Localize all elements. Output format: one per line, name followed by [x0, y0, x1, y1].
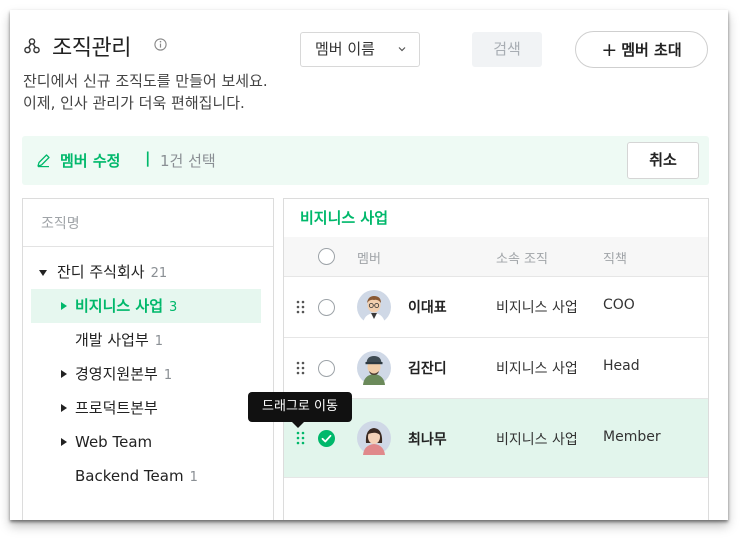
column-department: 소속 조직 — [496, 252, 548, 267]
edit-separator: | — [145, 149, 151, 167]
drag-handle-icon[interactable] — [296, 300, 305, 314]
table-row[interactable]: 이대표 비지니스 사업 COO — [284, 277, 708, 338]
tree-item-web-team[interactable]: Web Team — [37, 425, 257, 459]
table-row[interactable]: 김잔디 비지니스 사업 Head — [284, 338, 708, 399]
drag-handle-icon[interactable] — [296, 431, 305, 445]
select-all-radio[interactable] — [318, 248, 335, 265]
row-select-radio[interactable] — [318, 360, 335, 377]
invite-member-label: 멤버 초대 — [621, 41, 682, 59]
tree-item-count: 1 — [154, 334, 164, 349]
org-tree-panel: 조직명 잔디 주식회사 21 비지니스 사업 3 개발 사업부 1 경영지원본부 1 — [22, 198, 274, 520]
tree-item-label: Backend Team — [75, 467, 184, 485]
caret-right-icon[interactable] — [61, 438, 67, 446]
search-type-value: 멤버 이름 — [315, 40, 375, 58]
info-icon[interactable] — [154, 38, 167, 51]
member-title: COO — [603, 297, 635, 313]
cancel-button[interactable]: 취소 — [627, 142, 699, 179]
invite-member-button[interactable]: + 멤버 초대 — [575, 31, 708, 68]
tree-item-business[interactable]: 비지니스 사업 3 — [31, 289, 261, 323]
male-avatar-cap-icon — [357, 351, 391, 385]
tree-header: 조직명 — [23, 199, 273, 247]
column-member: 멤버 — [357, 252, 381, 267]
tree-item-company[interactable]: 잔디 주식회사 21 — [37, 255, 257, 289]
male-avatar-glasses-icon — [357, 290, 391, 324]
tree-item-label: 경영지원본부 — [75, 365, 158, 383]
column-title: 직책 — [603, 252, 627, 267]
row-select-radio[interactable] — [318, 299, 335, 316]
edit-mode-label: 멤버 수정 — [60, 152, 121, 170]
member-title: Member — [603, 429, 661, 445]
tree-item-management[interactable]: 경영지원본부 1 — [37, 357, 257, 391]
selection-count: 1건 선택 — [160, 152, 216, 170]
member-name: 김잔디 — [408, 361, 447, 377]
tree-item-label: 비지니스 사업 — [75, 297, 164, 315]
female-avatar-icon — [357, 421, 391, 455]
search-button[interactable]: 검색 — [472, 32, 542, 67]
tree-item-count: 1 — [189, 470, 198, 485]
tree-item-count: 21 — [150, 266, 168, 281]
tree-item-product[interactable]: 프로덕트본부 — [37, 391, 257, 425]
member-edit-bar: 멤버 수정 | 1건 선택 취소 — [22, 136, 709, 185]
page-description: 잔디에서 신규 조직도를 만들어 보세요. 이제, 인사 관리가 더욱 편해집니… — [23, 70, 268, 114]
department-title: 비지니스 사업 — [300, 209, 389, 227]
members-panel: 비지니스 사업 멤버 소속 조직 직책 이대표 비지니스 사업 COO 김잔디 … — [283, 198, 709, 520]
caret-right-icon[interactable] — [61, 302, 67, 310]
caret-right-icon[interactable] — [61, 370, 67, 378]
tree-item-backend-team[interactable]: Backend Team 1 — [37, 459, 257, 493]
member-name: 최나무 — [408, 432, 447, 448]
drag-handle-icon[interactable] — [296, 361, 305, 375]
description-line: 이제, 인사 관리가 더욱 편해집니다. — [23, 94, 245, 112]
tree-item-label: Web Team — [75, 433, 153, 451]
tree-item-count: 1 — [163, 368, 173, 383]
org-chart-icon — [24, 38, 40, 54]
table-header: 멤버 소속 조직 직책 — [284, 237, 708, 277]
drag-tooltip: 드래그로 이동 — [248, 392, 352, 428]
org-management-card: 조직관리 잔디에서 신규 조직도를 만들어 보세요. 이제, 인사 관리가 더욱… — [10, 10, 728, 520]
member-department: 비지니스 사업 — [496, 432, 578, 448]
tree-item-dev[interactable]: 개발 사업부 1 — [37, 323, 257, 357]
chevron-down-icon — [398, 47, 406, 52]
tree-item-count: 3 — [169, 300, 178, 315]
page-title: 조직관리 — [52, 36, 131, 61]
plus-icon: + — [601, 39, 618, 61]
pencil-icon — [37, 154, 50, 168]
member-department: 비지니스 사업 — [496, 361, 578, 377]
tree-item-label: 잔디 주식회사 — [57, 263, 145, 281]
caret-right-icon[interactable] — [61, 404, 67, 412]
member-title: Head — [603, 358, 640, 374]
caret-down-icon[interactable] — [39, 270, 47, 276]
tree-item-label: 프로덕트본부 — [75, 399, 158, 417]
tree-item-label: 개발 사업부 — [75, 331, 149, 349]
member-department: 비지니스 사업 — [496, 300, 578, 316]
search-type-select[interactable]: 멤버 이름 — [300, 32, 420, 67]
member-name: 이대표 — [408, 300, 447, 316]
checked-circle-icon[interactable] — [318, 430, 335, 447]
description-line: 잔디에서 신규 조직도를 만들어 보세요. — [23, 72, 268, 90]
